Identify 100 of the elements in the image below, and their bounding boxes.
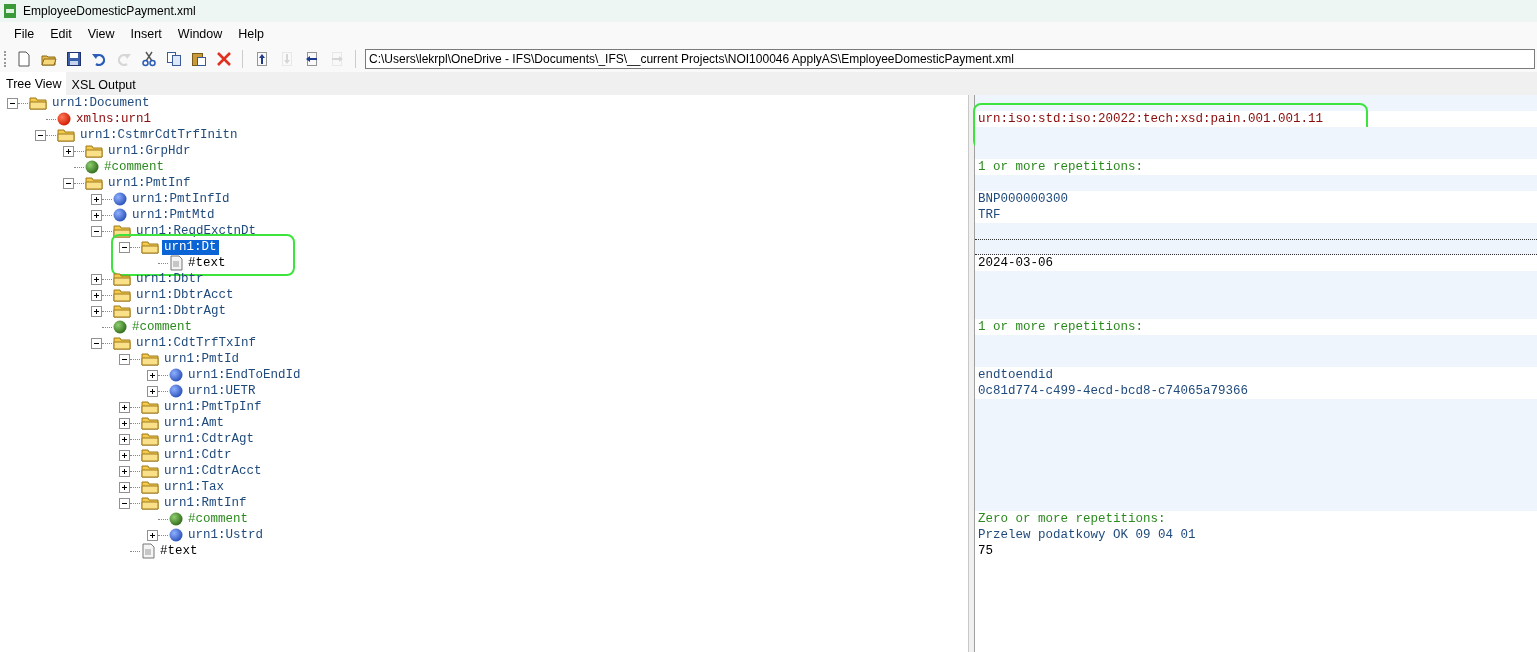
folder-icon bbox=[141, 432, 159, 446]
tree-toggle[interactable] bbox=[63, 145, 74, 157]
tab[interactable]: Tree View bbox=[0, 72, 66, 95]
node-value: TRF bbox=[978, 208, 1001, 222]
tree-toggle[interactable] bbox=[35, 129, 46, 141]
menu-item[interactable]: Edit bbox=[42, 26, 80, 41]
tree-node-label[interactable]: #text bbox=[186, 255, 228, 271]
folder-icon bbox=[141, 464, 159, 478]
tree-node-label[interactable]: urn1:CstmrCdtTrfInitn bbox=[78, 127, 240, 143]
tree-node-label[interactable]: urn1:RmtInf bbox=[162, 495, 249, 511]
circle-icon bbox=[169, 528, 183, 542]
tree-toggle[interactable] bbox=[91, 305, 102, 317]
tree-node-label[interactable]: urn1:CdtrAcct bbox=[162, 463, 264, 479]
tree-toggle[interactable] bbox=[119, 353, 130, 365]
folder-icon bbox=[113, 272, 131, 286]
tree-node-label[interactable]: urn1:PmtMtd bbox=[130, 207, 217, 223]
folder-icon bbox=[141, 416, 159, 430]
folder-icon bbox=[113, 304, 131, 318]
tree-toggle[interactable] bbox=[91, 289, 102, 301]
tree-node-label[interactable]: urn1:PmtTpInf bbox=[162, 399, 264, 415]
tree-toggle[interactable] bbox=[147, 529, 158, 541]
document-icon bbox=[141, 543, 155, 559]
circle-icon bbox=[113, 320, 127, 334]
node-value: 0c81d774-c499-4ecd-bcd8-c74065a79366 bbox=[978, 384, 1249, 398]
window-title: EmployeeDomesticPayment.xml bbox=[23, 4, 196, 18]
folder-icon bbox=[29, 96, 47, 110]
tree-node-label[interactable]: #comment bbox=[130, 319, 194, 335]
tree-toggle[interactable] bbox=[119, 449, 130, 461]
folder-icon bbox=[57, 128, 75, 142]
tree-toggle[interactable] bbox=[119, 433, 130, 445]
circle-icon bbox=[85, 160, 99, 174]
menu-item[interactable]: Insert bbox=[122, 26, 170, 41]
circle-icon bbox=[169, 368, 183, 382]
folder-icon bbox=[141, 448, 159, 462]
tree-node-label[interactable]: urn1:GrpHdr bbox=[106, 143, 193, 159]
tree-toggle[interactable] bbox=[147, 369, 158, 381]
tree-toggle[interactable] bbox=[91, 337, 102, 349]
tree-toggle[interactable] bbox=[119, 241, 130, 253]
tree-node-label[interactable]: urn1:EndToEndId bbox=[186, 367, 303, 383]
tree-node-label[interactable]: urn1:PmtId bbox=[162, 351, 241, 367]
circle-icon bbox=[113, 208, 127, 222]
menu-item[interactable]: Window bbox=[169, 26, 231, 41]
node-value: BNP000000300 bbox=[978, 192, 1068, 206]
tree-node-label[interactable]: urn1:Dt bbox=[162, 239, 219, 255]
node-value: 75 bbox=[978, 544, 993, 558]
tree-node-label[interactable]: urn1:UETR bbox=[186, 383, 258, 399]
tree-toggle[interactable] bbox=[91, 209, 102, 221]
file-path-field[interactable]: C:\Users\lekrpl\OneDrive - IFS\Documents\_IFS\__current Projects\NOI100046 ApplyAS\EmployeeDomesticPayment.xml bbox=[365, 48, 1535, 69]
node-value: 1 or more repetitions: bbox=[978, 320, 1144, 334]
tree-toggle[interactable] bbox=[119, 417, 130, 429]
tree-toggle[interactable] bbox=[119, 497, 130, 509]
tree-node-label[interactable]: #comment bbox=[102, 159, 166, 175]
tree-toggle[interactable] bbox=[91, 273, 102, 285]
folder-icon bbox=[141, 240, 159, 254]
tree-toggle[interactable] bbox=[7, 97, 18, 109]
tree-node-label[interactable]: urn1:ReqdExctnDt bbox=[134, 223, 259, 239]
node-value: 2024-03-06 bbox=[978, 256, 1053, 270]
tree-toggle[interactable] bbox=[91, 193, 102, 205]
folder-icon bbox=[141, 352, 159, 366]
menu-item[interactable]: File bbox=[6, 26, 43, 41]
circle-icon bbox=[169, 512, 183, 526]
node-value: endtoendid bbox=[978, 368, 1053, 382]
tree-node-label[interactable]: urn1:DbtrAgt bbox=[134, 303, 228, 319]
tree-node-label[interactable]: urn1:PmtInf bbox=[106, 175, 193, 191]
tree-node-label[interactable]: urn1:PmtInfId bbox=[130, 191, 232, 207]
circle-icon bbox=[57, 112, 71, 126]
tree-node-label[interactable]: urn1:CdtrAgt bbox=[162, 431, 256, 447]
menu-item[interactable]: View bbox=[79, 26, 123, 41]
tree-toggle[interactable] bbox=[91, 225, 102, 237]
folder-icon bbox=[141, 496, 159, 510]
menu-item[interactable]: Help bbox=[230, 26, 273, 41]
folder-icon bbox=[113, 288, 131, 302]
tree-node-label[interactable]: urn1:Tax bbox=[162, 479, 226, 495]
tree-toggle[interactable] bbox=[119, 401, 130, 413]
tree-node-label[interactable]: urn1:DbtrAcct bbox=[134, 287, 236, 303]
tree-toggle[interactable] bbox=[119, 465, 130, 477]
node-value: urn:iso:std:iso:20022:tech:xsd:pain.001.001.11 bbox=[978, 112, 1324, 126]
document-icon bbox=[169, 255, 183, 271]
tree-toggle[interactable] bbox=[63, 177, 74, 189]
tree-node-label[interactable]: #text bbox=[158, 543, 200, 559]
node-value: Zero or more repetitions: bbox=[978, 512, 1166, 526]
tree-toggle[interactable] bbox=[147, 385, 158, 397]
tree-node-label[interactable]: urn1:CdtTrfTxInf bbox=[134, 335, 259, 351]
tree-node-label[interactable]: urn1:Cdtr bbox=[162, 447, 234, 463]
tree-node-label[interactable]: urn1:Dbtr bbox=[134, 271, 206, 287]
circle-icon bbox=[113, 192, 127, 206]
tree-node-label[interactable]: urn1:Amt bbox=[162, 415, 226, 431]
tree-node-label[interactable]: xmlns:urn1 bbox=[74, 111, 153, 127]
folder-icon bbox=[113, 336, 131, 350]
folder-icon bbox=[85, 144, 103, 158]
folder-icon bbox=[85, 176, 103, 190]
folder-icon bbox=[141, 480, 159, 494]
tree-toggle[interactable] bbox=[119, 481, 130, 493]
circle-icon bbox=[169, 384, 183, 398]
tree-node-label[interactable]: urn1:Ustrd bbox=[186, 527, 265, 543]
tree-node-label[interactable]: #comment bbox=[186, 511, 250, 527]
node-value: Przelew podatkowy OK 09 04 01 bbox=[978, 528, 1196, 542]
xml-file-icon bbox=[3, 3, 17, 19]
tab[interactable]: XSL Output bbox=[65, 74, 140, 95]
tree-node-label[interactable]: urn1:Document bbox=[50, 95, 152, 111]
